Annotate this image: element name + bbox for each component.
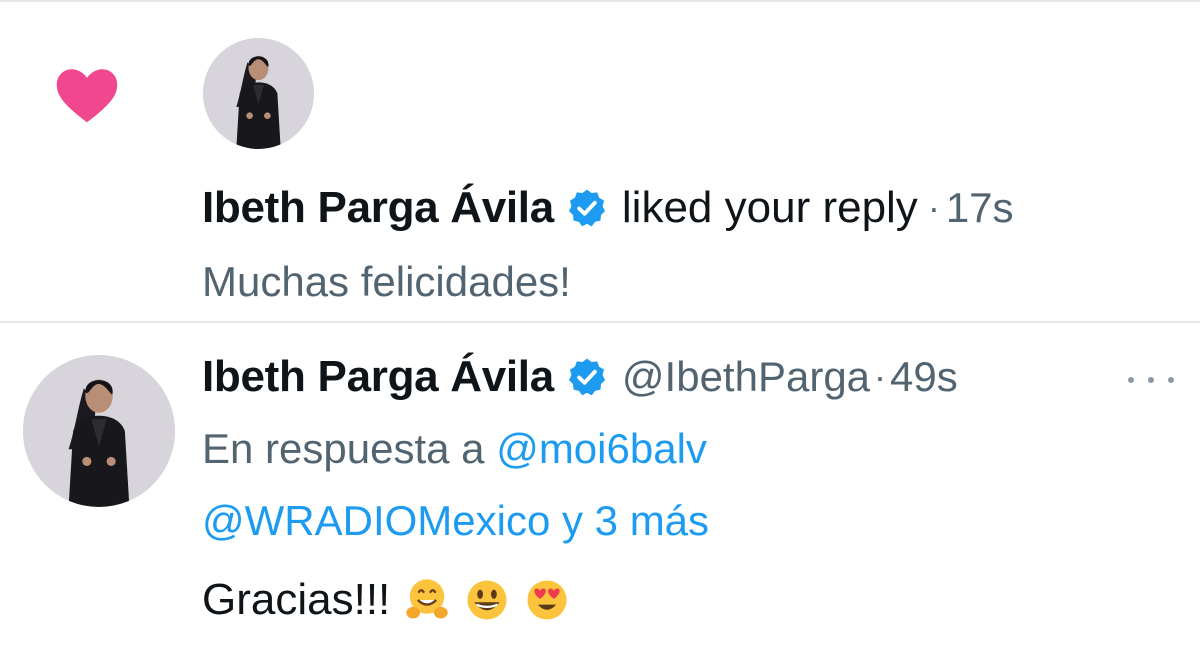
tweet-time[interactable]: 49s [890,353,958,401]
liker-avatar[interactable] [203,38,314,149]
author-avatar[interactable] [23,355,175,507]
reply-prefix: En respuesta a [202,425,485,472]
reply-context: En respuesta a @moi6balv [202,425,707,473]
mention-link[interactable]: @moi6balv [496,425,707,473]
separator-dot: · [874,356,887,397]
heart-eyes-emoji-icon [524,577,570,623]
notification-time: 17s [945,184,1014,231]
heart-icon [54,66,120,123]
grinning-face-emoji-icon [464,577,510,623]
top-divider [0,0,1200,2]
hugging-face-emoji-icon [404,577,450,623]
author-name[interactable]: Ibeth Parga Ávila [202,352,554,402]
separator-dot: · [927,187,940,228]
notification-action: liked your reply [621,183,918,232]
tweet-text: Gracias!!! [202,575,391,624]
notification-text: Ibeth Parga Ávila liked your reply · 17s [202,183,1014,233]
section-divider [0,321,1200,323]
tweet-header: Ibeth Parga Ávila @IbethParga · 49s [202,352,958,402]
verified-badge-icon [566,356,608,398]
author-handle[interactable]: @IbethParga [622,353,870,401]
reply-context-more: @WRADIOMexico y 3 más [202,497,709,545]
more-options-icon[interactable] [1128,374,1174,386]
liker-name[interactable]: Ibeth Parga Ávila [202,183,554,233]
tweet-body: Gracias!!! [202,575,570,625]
reply-preview[interactable]: Muchas felicidades! [202,258,571,306]
verified-badge-icon [566,187,608,229]
mention-link-more[interactable]: @WRADIOMexico y 3 más [202,497,709,545]
